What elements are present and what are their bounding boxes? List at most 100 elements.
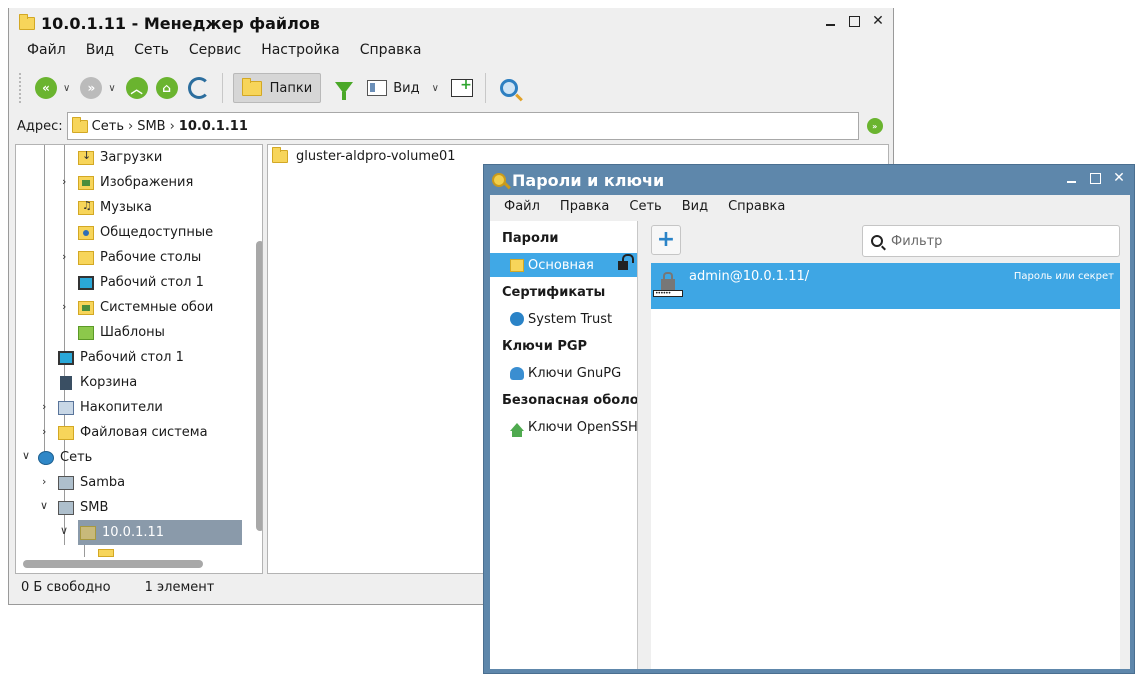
close-icon[interactable]: ✕ [871,14,885,28]
sidebar-item-openssh[interactable]: Ключи OpenSSH [490,415,637,439]
sidebar-item-login-keyring[interactable]: Основная [490,253,637,277]
tree-item-downloads[interactable]: Загрузки [78,145,162,170]
home-icon[interactable]: ⌂ [155,77,178,99]
menu-view[interactable]: Вид [76,40,124,62]
sidebar-header-pgp: Ключи PGP [502,339,588,354]
maximize-icon[interactable] [847,14,861,28]
breadcrumb-network[interactable]: Сеть [92,119,124,134]
filter-field[interactable] [862,225,1120,257]
keyring-contents: + •••••• admin@10.0.1.11/ Пароль или сек… [650,221,1120,669]
tree-item-templates[interactable]: Шаблоны [78,320,165,345]
wallpapers-folder-icon [78,300,94,315]
menu-service[interactable]: Сервис [179,40,251,62]
add-item-button[interactable]: + [651,225,681,255]
sidebar-item-system-trust[interactable]: System Trust [490,307,637,331]
view-mode-button[interactable]: Вид [367,80,420,96]
tree-item-label: 10.0.1.11 [102,525,165,540]
filter-icon[interactable] [335,82,354,100]
menu-help[interactable]: Справка [718,195,795,219]
menu-network[interactable]: Сеть [619,195,671,219]
back-icon[interactable]: « [35,77,57,99]
tree-item-label: Рабочие столы [100,250,202,265]
tree-item-pictures[interactable]: Изображения [78,170,193,195]
minimize-icon[interactable] [823,14,837,28]
expand-chevron-right-icon[interactable]: › [62,250,66,263]
menu-edit[interactable]: Правка [550,195,619,219]
tree-item-filesystem[interactable]: Файловая система [58,420,208,445]
filter-input[interactable] [891,233,1101,249]
breadcrumb-smb[interactable]: SMB [137,119,165,134]
back-history-chevron-down-icon[interactable]: ∨ [63,83,70,94]
file-manager-titlebar[interactable]: 10.0.1.11 - Менеджер файлов ✕ [9,8,893,38]
toolbar-separator [484,73,486,103]
tree-item-trash[interactable]: Корзина [58,370,137,395]
expand-chevron-right-icon[interactable]: › [62,300,66,313]
menu-view[interactable]: Вид [672,195,718,219]
tree-item-desktop-1-root[interactable]: Рабочий стол 1 [58,345,184,370]
folders-toggle-button[interactable]: Папки [232,73,322,103]
address-input[interactable]: Сеть › SMB › 10.0.1.11 [66,112,859,140]
maximize-icon[interactable] [1088,171,1102,185]
tree-item-host-selected[interactable]: 10.0.1.11 [78,520,242,545]
forward-history-chevron-down-icon[interactable]: ∨ [108,83,115,94]
secrets-list[interactable]: •••••• admin@10.0.1.11/ Пароль или секре… [651,263,1120,669]
panel-add-icon[interactable] [450,77,473,97]
expand-chevron-right-icon[interactable]: › [42,475,46,488]
tree-item-drives[interactable]: Накопители [58,395,163,420]
menu-settings[interactable]: Настройка [251,40,350,62]
tree-vertical-scrollbar[interactable] [256,241,262,531]
sidebar-item-label: System Trust [528,311,613,327]
tree-item-network[interactable]: Сеть [38,445,92,470]
passwords-window-body: Файл Правка Сеть Вид Справка Пароли Осно… [490,195,1130,669]
tree-item-public[interactable]: Общедоступные [78,220,213,245]
tree-item-smb[interactable]: SMB [58,495,108,520]
toolbar-separator [221,73,223,103]
tree-item-samba[interactable]: Samba [58,470,125,495]
tree-item-desktops[interactable]: Рабочие столы [78,245,201,270]
search-icon[interactable] [499,79,518,97]
view-chevron-down-icon[interactable]: ∨ [432,83,439,94]
unlocked-icon[interactable] [618,254,634,270]
list-item-selected[interactable]: •••••• admin@10.0.1.11/ Пароль или секре… [651,263,1120,309]
up-icon[interactable]: ︿ [125,77,148,99]
passwords-titlebar[interactable]: Пароли и ключи ✕ [484,165,1134,195]
tree-guide [44,145,45,465]
gnupg-key-icon [510,366,524,380]
breadcrumb-current[interactable]: 10.0.1.11 [179,119,248,134]
tree-item-label: Шаблоны [100,325,165,340]
close-icon[interactable]: ✕ [1112,171,1126,185]
expand-chevron-right-icon[interactable]: › [42,400,46,413]
toolbar-grip[interactable] [19,73,23,103]
desktop-icon [58,350,74,365]
menu-file[interactable]: Файл [17,40,76,62]
sidebar-header-passwords: Пароли [502,231,559,246]
keyring-sidebar: Пароли Основная Сертификаты System Trust… [490,221,638,669]
tree-item-desktop-1[interactable]: Рабочий стол 1 [78,270,204,295]
tree-item-wallpapers[interactable]: Системные обои [78,295,213,320]
file-item-gluster-volume[interactable]: gluster-aldpro-volume01 [272,147,456,164]
sidebar-item-label: Основная [528,257,594,273]
folder-icon [241,77,262,96]
menu-help[interactable]: Справка [350,40,432,62]
collapse-chevron-down-icon[interactable]: ∨ [40,499,48,512]
sidebar-item-gnupg[interactable]: Ключи GnuPG [490,361,637,385]
menu-network[interactable]: Сеть [124,40,179,62]
tree-item-music[interactable]: Музыка [78,195,152,220]
menu-file[interactable]: Файл [494,195,550,219]
tree-horizontal-scrollbar[interactable] [23,560,203,568]
secret-type: Пароль или секрет [1013,271,1114,282]
tree-item-label: Рабочий стол 1 [80,350,184,365]
refresh-icon[interactable] [187,77,210,99]
collapse-chevron-down-icon[interactable]: ∨ [22,449,30,462]
collapse-chevron-down-icon[interactable]: ∨ [60,524,68,537]
minimize-icon[interactable] [1064,171,1078,185]
folder-tree[interactable]: Загрузки › Изображения Музыка Общедоступ… [15,144,263,574]
forward-icon[interactable]: » [80,77,103,99]
menu-bar: Файл Вид Сеть Сервис Настройка Справка [9,40,431,62]
expand-chevron-right-icon[interactable]: › [62,175,66,188]
folder-icon [510,258,524,272]
sidebar-header-secure-shell: Безопасная оболочка [502,393,638,408]
secret-name: admin@10.0.1.11/ [689,269,810,284]
expand-chevron-right-icon[interactable]: › [42,425,46,438]
go-icon[interactable]: » [866,118,883,134]
